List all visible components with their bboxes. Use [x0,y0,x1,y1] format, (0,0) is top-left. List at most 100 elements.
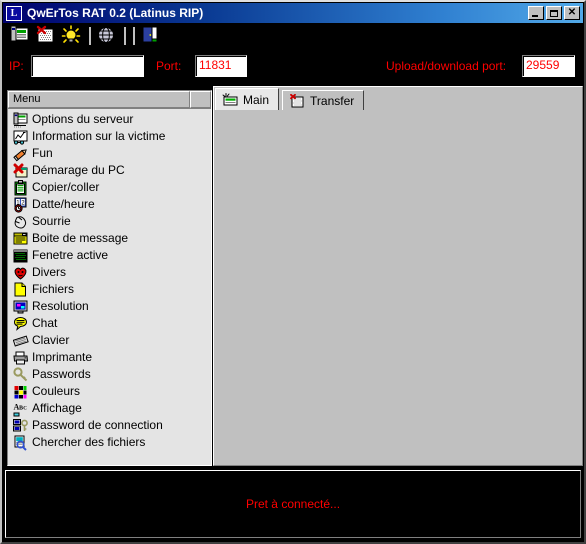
menu-item-chat[interactable]: Chat [8,315,211,332]
clipboard-icon [13,179,29,196]
monitor-icon [13,299,29,315]
menu-item-divers[interactable]: Divers [8,264,211,281]
port-input[interactable]: 11831 [195,55,247,77]
transfer-tab-icon [289,93,305,108]
maximize-icon [550,9,558,17]
menu-item-passwords[interactable]: Passwords [8,366,211,383]
tab-main-label: Main [243,92,270,107]
tab-main[interactable]: Main [215,88,280,110]
menu-item-datte-heure[interactable]: 1 2 Datte/heure [8,196,211,213]
menu-item-label: Sourrie [32,214,71,228]
close-icon: ✕ [567,6,577,18]
window-title: QwErTos RAT 0.2 (Latinus RIP) [27,6,204,20]
toolbar-separator-1 [89,26,91,45]
menu-item-label: Chercher des fichiers [32,435,146,449]
connection-bar: IP: Port: 11831 Upload/download port: 29… [3,50,583,84]
menu-item-imprimante[interactable]: Imprimante [8,349,211,366]
startup-icon [13,163,29,179]
network-password-icon [13,418,29,434]
upload-download-port-input[interactable]: 29559 [522,55,575,77]
tab-transfer-label: Transfer [310,93,355,108]
menu-item-demarage-du-pc[interactable]: Démarage du PC [8,162,211,179]
menu-column-header[interactable]: Menu [8,91,190,108]
menu-item-label: Copier/coller [32,180,100,194]
victim-info-icon [13,129,29,145]
menu-item-label: Démarage du PC [32,163,125,177]
maximize-button[interactable] [546,6,562,20]
menu-item-label: Resolution [32,299,89,313]
menu-item-label: Fun [32,146,53,160]
tab-strip: Main Transfer [215,88,367,110]
ip-input[interactable] [31,55,144,77]
colors-icon [13,384,29,400]
title-bar[interactable]: L QwErTos RAT 0.2 (Latinus RIP) ✕ [3,3,583,23]
menu-item-clavier[interactable]: Clavier [8,332,211,349]
pencil-icon [13,146,29,162]
menu-list-header: Menu [8,91,211,109]
menu-item-label: Affichage [32,401,82,415]
toolbar [3,23,583,48]
tab-transfer[interactable]: Transfer [282,90,365,110]
window-controls: ✕ [528,6,581,20]
menu-item-chercher-des-fichiers[interactable]: Chercher des fichiers [8,434,211,451]
toolbar-separator-3 [133,26,135,45]
lightbulb-icon[interactable] [61,25,83,46]
menu-item-fenetre-active[interactable]: Fenetre active [8,247,211,264]
port-label: Port: [156,59,182,73]
chat-icon [13,316,29,332]
file-icon [13,282,29,298]
menu-item-label: Password de connection [32,418,163,432]
menu-list-panel: Menu Options du serveur Information sur … [7,90,212,466]
menu-item-label: Clavier [32,333,70,347]
main-tab-icon [222,92,238,107]
toolbar-separator-2 [124,26,126,45]
menu-item-label: Boite de message [32,231,129,245]
menu-item-sourrie[interactable]: Sourrie [8,213,211,230]
menu-item-label: Fenetre active [32,248,109,262]
search-files-icon [13,435,29,451]
menu-item-label: Divers [32,265,67,279]
menu-item-couleurs[interactable]: Couleurs [8,383,211,400]
mouse-icon [13,214,29,230]
menu-item-information-sur-la-victime[interactable]: Information sur la victime [8,128,211,145]
menu-item-fun[interactable]: Fun [8,145,211,162]
menu-item-label: Options du serveur [32,112,134,126]
menu-item-copier-coller[interactable]: Copier/coller [8,179,211,196]
server-options-icon[interactable] [9,25,31,46]
menu-items: Options du serveur Information sur la vi… [8,109,211,451]
menu-item-label: Imprimante [32,350,93,364]
message-box-icon [13,231,29,247]
exit-door-icon[interactable] [140,25,162,46]
menu-item-affichage[interactable]: A B C Affichage [8,400,211,417]
close-button[interactable]: ✕ [564,6,580,20]
menu-item-label: Chat [32,316,58,330]
keyboard-icon [13,333,29,349]
menu-item-options-du-serveur[interactable]: Options du serveur [8,111,211,128]
menu-item-boite-de-message[interactable]: Boite de message [8,230,211,247]
app-icon: L [6,5,22,21]
heart-icon [13,265,29,281]
active-window-icon [13,248,29,264]
svg-text:C: C [23,406,27,411]
menu-item-fichiers[interactable]: Fichiers [8,281,211,298]
menu-item-label: Fichiers [32,282,75,296]
minimize-icon [532,15,538,17]
menu-item-label: Couleurs [32,384,81,398]
menu-item-resolution[interactable]: Resolution [8,298,211,315]
status-text: Pret à connecté... [245,497,341,511]
abc-icon: A B C [13,401,29,417]
globe-icon[interactable] [96,25,118,46]
menu-item-password-de-connection[interactable]: Password de connection [8,417,211,434]
upload-download-port-label: Upload/download port: [386,59,507,73]
main-content-panel [213,86,583,466]
menu-item-label: Information sur la victime [32,129,166,143]
menu-column-header-extra[interactable] [190,91,211,108]
printer-icon [13,350,29,366]
minimize-button[interactable] [528,6,544,20]
server-options-icon [13,112,29,128]
status-panel: Pret à connecté... [5,470,581,538]
remove-list-icon[interactable] [35,25,57,46]
menu-item-label: Passwords [32,367,91,381]
ip-label: IP: [9,59,24,73]
date-time-icon: 1 2 [13,197,29,213]
